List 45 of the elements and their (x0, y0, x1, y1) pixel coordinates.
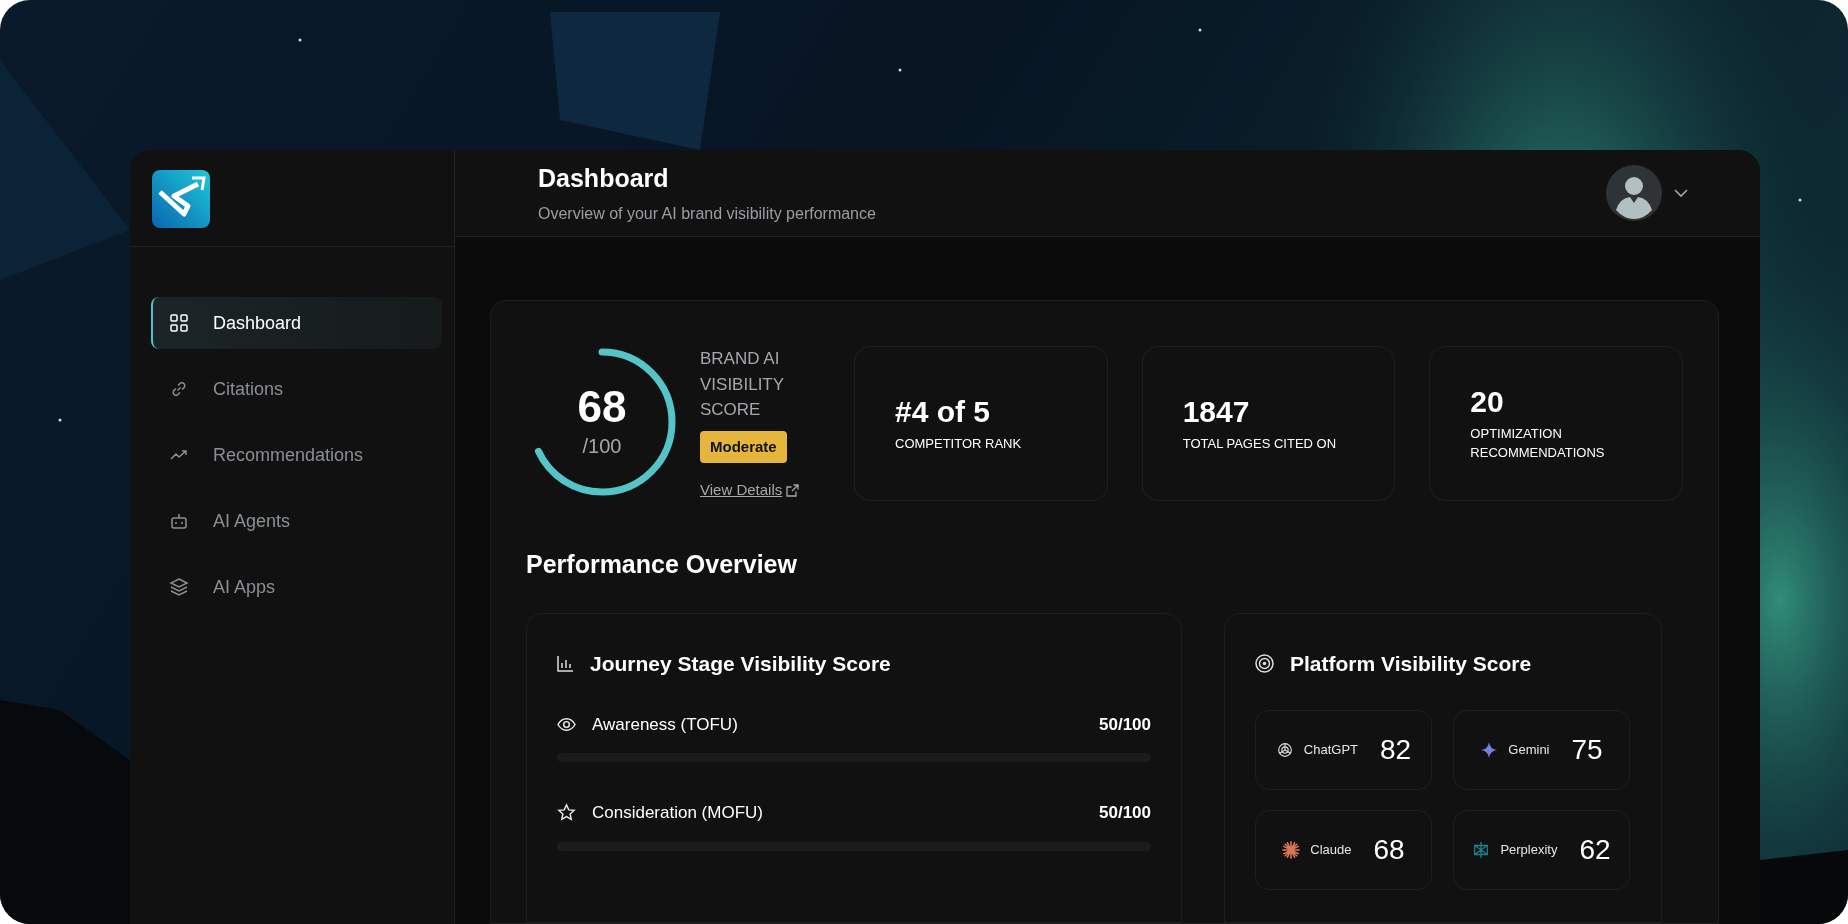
stat-label: TOTAL PAGES CITED ON (1182, 434, 1338, 453)
page-subtitle: Overview of your AI brand visibility performance (538, 203, 877, 224)
star-icon (557, 803, 576, 823)
sidebar-item[interactable]: Dashboard (151, 297, 442, 349)
platform-score: 75 (1571, 732, 1603, 767)
section-title: Performance Overview (526, 548, 798, 580)
external-link-icon (786, 483, 800, 497)
platform-score: 62 (1579, 832, 1611, 867)
stage-label: Awareness (TOFU) (592, 713, 739, 736)
sidebar-item[interactable]: AI Agents (151, 495, 442, 547)
stage-label: Consideration (MOFU) (592, 802, 764, 824)
card-title: Platform Visibility Score (1290, 651, 1532, 677)
view-details-link[interactable]: View Details (700, 479, 783, 502)
stat-label: OPTIMIZATION RECOMMENDATIONS (1470, 424, 1606, 463)
logo-icon (152, 170, 210, 228)
stage-score: 50/100 (1099, 802, 1151, 824)
sidebar-item[interactable]: Recommendations (151, 429, 442, 481)
burst-icon (1282, 840, 1301, 859)
platform-score: 82 (1380, 732, 1412, 767)
layers-icon (169, 577, 189, 597)
platform-score: 68 (1373, 832, 1405, 867)
mesh-icon (1472, 840, 1491, 859)
card-title: Journey Stage Visibility Score (590, 651, 891, 677)
avatar-icon[interactable] (1606, 165, 1662, 221)
stat-value: 20 (1470, 384, 1505, 418)
sidebar-item[interactable]: Citations (151, 363, 442, 415)
score-label: BRAND AI VISIBILITY SCORE (700, 348, 785, 421)
bar-chart-icon (557, 655, 574, 673)
robot-icon (169, 511, 189, 531)
platform-name: ChatGPT (1303, 740, 1358, 759)
sidebar-item[interactable]: AI Apps (151, 561, 442, 613)
stat-label: COMPETITOR RANK (895, 434, 1023, 453)
stage-score: 50/100 (1099, 713, 1151, 736)
status-badge: Moderate (700, 430, 787, 463)
grid-icon (169, 313, 189, 333)
score-max: /100 (582, 434, 622, 460)
target-icon (1255, 654, 1274, 674)
stat-value: 1847 (1182, 394, 1251, 428)
chevron-down-icon[interactable] (1674, 188, 1688, 198)
stat-value: #4 of 5 (895, 394, 992, 428)
page-title: Dashboard (538, 163, 670, 195)
platform-name: Gemini (1508, 740, 1550, 759)
platform-name: Claude (1310, 840, 1352, 859)
score-value: 68 (577, 382, 627, 432)
platform-name: Perplexity (1500, 840, 1558, 859)
